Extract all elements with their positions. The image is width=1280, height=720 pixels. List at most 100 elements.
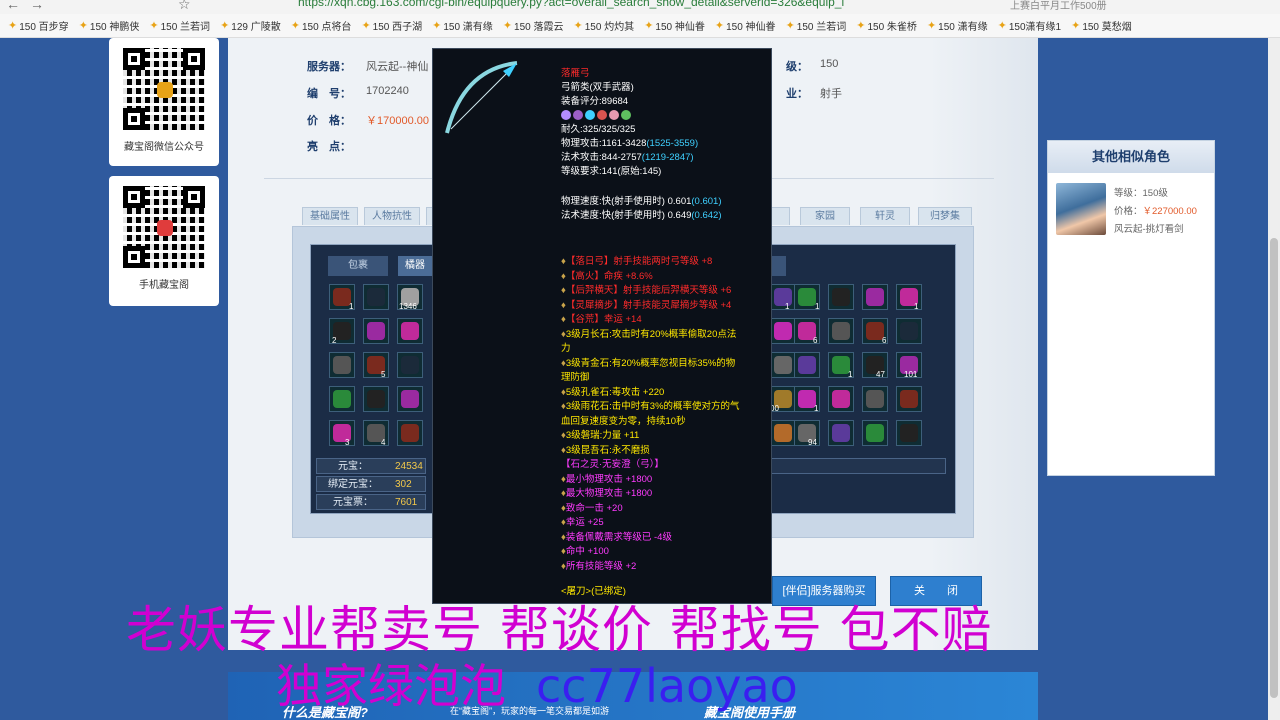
bookmark-item[interactable]: ✦ 150 兰若词 bbox=[147, 18, 212, 33]
item-count: 2 bbox=[332, 336, 337, 345]
similar-title: 其他相似角色 bbox=[1048, 141, 1214, 173]
inventory-slot[interactable] bbox=[862, 420, 888, 446]
inventory-slot[interactable] bbox=[794, 352, 820, 378]
bookmark-label: 150潇有缘1 bbox=[1008, 22, 1062, 33]
inventory-slot[interactable] bbox=[828, 284, 854, 310]
item-icon bbox=[866, 390, 884, 408]
tooltip-line: ♦最大物理攻击 +1800 bbox=[561, 488, 653, 499]
inventory-slot[interactable] bbox=[896, 420, 922, 446]
item-name: 落雁弓 bbox=[561, 68, 590, 79]
inventory-slot[interactable] bbox=[397, 420, 423, 446]
tab-guimeng[interactable]: 归梦集 bbox=[918, 207, 972, 225]
price-label: 价 格： bbox=[307, 115, 351, 127]
subtab-active[interactable]: 橘器 bbox=[398, 256, 432, 276]
item-icon bbox=[832, 390, 850, 408]
subtab-bag[interactable]: 包裹 bbox=[328, 256, 388, 276]
bookmark-item[interactable]: ✦ 150 神鹏侠 bbox=[77, 18, 142, 33]
item-phys-attack: 物理攻击:1161-3428(1525-3559) bbox=[561, 138, 699, 149]
tooltip-line: ♦【高火】命疾 +8.6% bbox=[561, 270, 653, 282]
scrollbar-thumb[interactable] bbox=[1270, 238, 1278, 698]
wechat-qr-caption: 藏宝阁微信公众号 bbox=[124, 142, 204, 153]
inventory-slot[interactable] bbox=[828, 420, 854, 446]
item-magic-speed: 法术速度:快(射手使用时) 0.649(0.642) bbox=[561, 210, 722, 221]
tab-home[interactable]: 家园 bbox=[800, 207, 850, 225]
bookmark-item[interactable]: ✦ 150潇有缘1 bbox=[996, 18, 1063, 33]
item-icon bbox=[401, 424, 419, 442]
item-durability: 耐久:325/325/325 bbox=[561, 124, 636, 135]
bookmark-item[interactable]: ✦ 150 百步穿 bbox=[6, 18, 71, 33]
inventory-slot[interactable] bbox=[363, 284, 389, 310]
inventory-slot[interactable] bbox=[329, 352, 355, 378]
item-count: 1 bbox=[349, 302, 354, 311]
bookmark-icon: ✦ bbox=[997, 20, 1007, 32]
bookmark-label: 150 潇有缘 bbox=[938, 22, 988, 33]
item-type: 弓箭类(双手武器) bbox=[561, 82, 634, 93]
inventory-slot[interactable] bbox=[896, 386, 922, 412]
tooltip-line: ♦命中 +100 bbox=[561, 546, 609, 557]
item-count: 6 bbox=[882, 336, 887, 345]
tab-xuanling[interactable]: 轩灵 bbox=[860, 207, 910, 225]
bookmark-label: 150 百步穿 bbox=[19, 22, 69, 33]
search-hint[interactable]: 上赛白平月工作500册 bbox=[1010, 0, 1107, 12]
bookmark-item[interactable]: ✦ 150 潇有缘 bbox=[430, 18, 495, 33]
bookmark-item[interactable]: ✦ 150 西子湖 bbox=[359, 18, 424, 33]
scrollbar[interactable] bbox=[1268, 38, 1280, 720]
character-avatar[interactable] bbox=[1056, 183, 1106, 235]
bookmark-item[interactable]: ✦ 129 广陵散 bbox=[218, 18, 283, 33]
tab-character-resistance[interactable]: 人物抗性 bbox=[364, 207, 420, 225]
bookmark-item[interactable]: ✦ 150 兰若词 bbox=[784, 18, 849, 33]
bookmark-icon: ✦ bbox=[926, 20, 937, 32]
forward-icon[interactable]: → bbox=[30, 0, 44, 12]
tooltip-line: ♦【落日弓】射手技能两时弓等级 +8 bbox=[561, 256, 713, 267]
inventory-slot[interactable] bbox=[397, 386, 423, 412]
bookmark-item[interactable]: ✦ 150 点将台 bbox=[289, 18, 354, 33]
bookmark-item[interactable]: ✦ 150 潇有缘 bbox=[925, 18, 990, 33]
gem-slots bbox=[561, 110, 633, 123]
tooltip-line: ♦3级昆吾石:永不磨损 bbox=[561, 444, 650, 456]
job-label: 业： bbox=[786, 88, 808, 100]
item-icon bbox=[798, 288, 816, 306]
inventory-slot[interactable] bbox=[770, 352, 796, 378]
bookmark-item[interactable]: ✦ 150 朱雀桥 bbox=[854, 18, 919, 33]
bookmark-item[interactable]: ✦ 150 神仙眷 bbox=[642, 18, 707, 33]
bookmark-item[interactable]: ✦ 150 莫愁烟 bbox=[1069, 18, 1134, 33]
bookmark-label: 150 神仙眷 bbox=[655, 22, 705, 33]
bookmark-item[interactable]: ✦ 150 灼灼其 bbox=[572, 18, 637, 33]
inventory-slot[interactable] bbox=[363, 318, 389, 344]
item-icon bbox=[333, 356, 351, 374]
bookmark-item[interactable]: ✦ 150 神仙眷 bbox=[713, 18, 778, 33]
inventory-slot[interactable] bbox=[397, 318, 423, 344]
item-icon bbox=[367, 288, 385, 306]
inventory-slot[interactable] bbox=[329, 386, 355, 412]
level-value: 150 bbox=[820, 58, 839, 70]
bookmark-icon: ✦ bbox=[502, 20, 513, 32]
bookmark-icon: ✦ bbox=[290, 20, 300, 32]
star-icon[interactable]: ☆ bbox=[178, 0, 191, 13]
item-count: 3 bbox=[345, 438, 350, 447]
inventory-slot[interactable] bbox=[770, 284, 796, 310]
inventory-slot[interactable] bbox=[862, 284, 888, 310]
inventory-slot[interactable] bbox=[862, 386, 888, 412]
tooltip-line: ♦3级雨花石:击中时有3%的概率使对方的气 bbox=[561, 401, 740, 412]
inventory-slot[interactable] bbox=[363, 386, 389, 412]
price-value: ￥170000.00 bbox=[366, 115, 429, 127]
item-count: 1 bbox=[815, 302, 820, 311]
mobile-qr-caption: 手机藏宝阁 bbox=[139, 280, 189, 291]
inventory-slot[interactable] bbox=[770, 420, 796, 446]
inventory-slot[interactable] bbox=[896, 318, 922, 344]
url-text[interactable]: https://xqn.cbg.163.com/cgi-bin/equipque… bbox=[298, 0, 844, 9]
similar-server[interactable]: 风云起-挑灯看剑 bbox=[1114, 221, 1184, 235]
wallet-yuanbao: 元宝： 24534 bbox=[316, 458, 426, 474]
inventory-slot[interactable] bbox=[329, 420, 355, 446]
inventory-slot[interactable] bbox=[828, 318, 854, 344]
tab-basic-attributes[interactable]: 基础属性 bbox=[302, 207, 358, 225]
inventory-slot[interactable] bbox=[397, 352, 423, 378]
tab-10[interactable] bbox=[770, 207, 790, 225]
address-bar[interactable]: ← → ☆ https://xqn.cbg.163.com/cgi-bin/eq… bbox=[0, 0, 1280, 14]
back-icon[interactable]: ← bbox=[6, 0, 20, 12]
inventory-slot[interactable] bbox=[828, 386, 854, 412]
inventory-slot[interactable] bbox=[770, 318, 796, 344]
tooltip-line: 理防御 bbox=[561, 372, 590, 383]
subtab-right[interactable] bbox=[770, 256, 786, 276]
bookmark-item[interactable]: ✦ 150 落霞云 bbox=[501, 18, 566, 33]
